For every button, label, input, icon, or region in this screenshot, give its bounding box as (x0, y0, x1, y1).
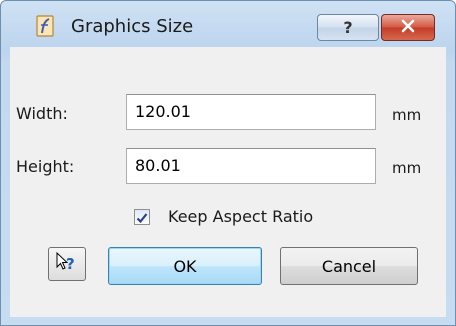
graphics-size-dialog: Graphics Size ? Width: 120.01 mm Height:… (0, 0, 456, 326)
title-close-button[interactable] (381, 14, 435, 41)
whats-this-pointer-icon: ? (55, 251, 79, 277)
title-help-button[interactable]: ? (317, 14, 379, 41)
keep-aspect-checkbox[interactable] (134, 209, 150, 225)
ok-button[interactable]: OK (108, 247, 262, 285)
whats-this-button[interactable]: ? (48, 247, 86, 281)
title-bar[interactable]: Graphics Size ? (1, 1, 455, 47)
svg-text:?: ? (66, 255, 75, 273)
width-field[interactable]: 120.01 (126, 94, 376, 130)
height-label: Height: (16, 157, 75, 176)
graphics-document-icon (35, 15, 57, 37)
dialog-title: Graphics Size (71, 16, 194, 37)
width-unit: mm (392, 106, 422, 124)
dialog-body: Width: 120.01 mm Height: 80.01 mm Keep A… (10, 47, 446, 317)
height-unit: mm (392, 159, 422, 177)
width-label: Width: (16, 104, 68, 123)
keep-aspect-label[interactable]: Keep Aspect Ratio (168, 207, 313, 226)
checkmark-icon (136, 213, 148, 224)
question-mark-icon: ? (343, 18, 353, 37)
cancel-button[interactable]: Cancel (280, 247, 418, 285)
close-icon (400, 18, 416, 37)
height-field[interactable]: 80.01 (126, 148, 376, 184)
